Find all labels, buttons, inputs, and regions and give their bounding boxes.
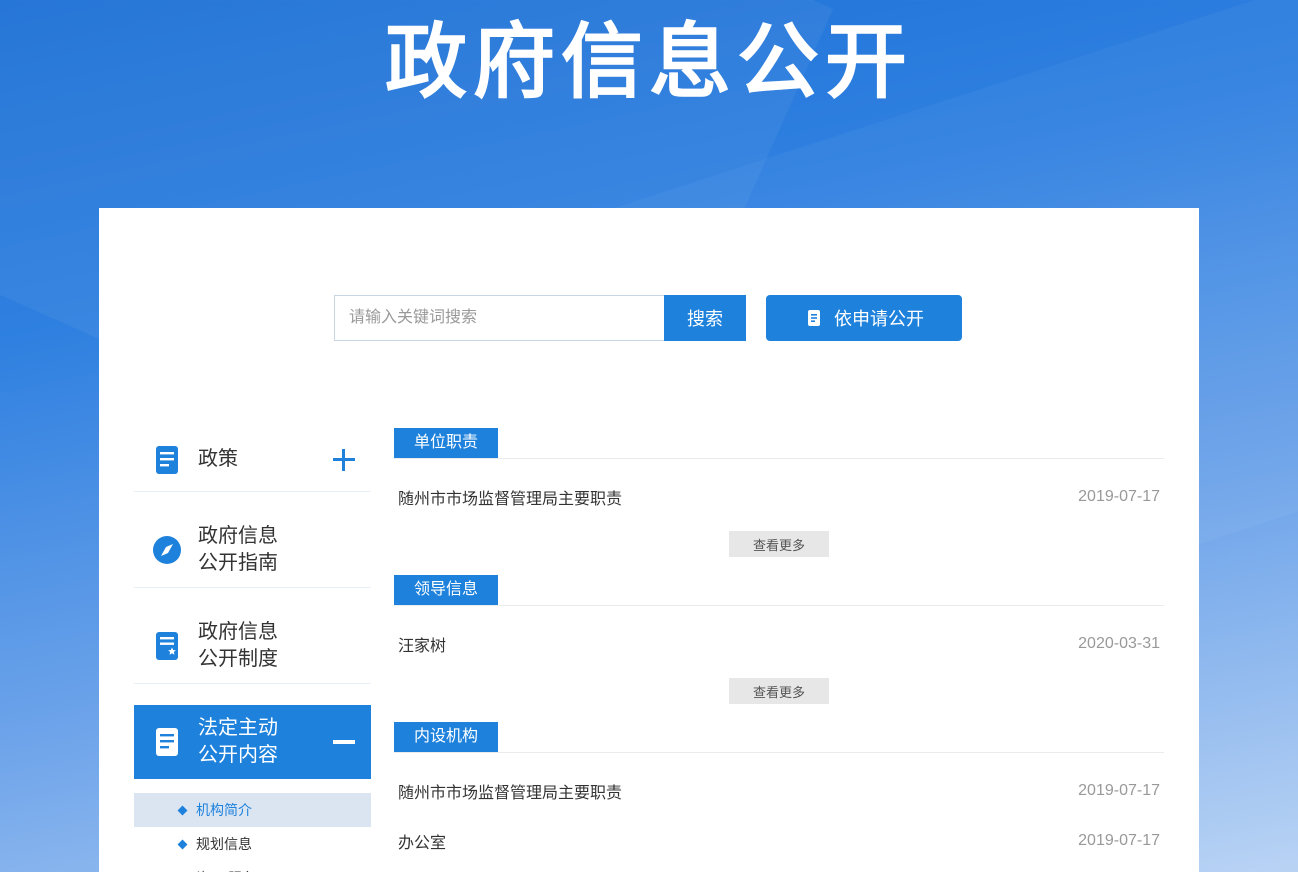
section-unit-duties: 单位职责 随州市市场监督管理局主要职责 2019-07-17 查看更多 xyxy=(394,428,1164,557)
sidebar-item-disclosure-guide[interactable]: 政府信息公开指南 xyxy=(134,513,371,588)
compass-icon xyxy=(150,533,184,567)
page-title: 政府信息公开 xyxy=(0,0,1298,118)
document-icon xyxy=(150,725,184,759)
page-header: 政府信息公开 xyxy=(0,0,1298,208)
search-input[interactable] xyxy=(334,295,664,341)
list-item-date: 2019-07-17 xyxy=(1078,782,1160,800)
subitem-label: 机构简介 xyxy=(196,800,252,820)
sidebar-subitem-org-profile[interactable]: 机构简介 xyxy=(134,793,371,827)
sidebar-item-disclosure-system[interactable]: 政府信息公开制度 xyxy=(134,609,371,684)
apply-disclosure-icon xyxy=(804,308,824,328)
subitem-label: 许可/服务 xyxy=(196,868,256,872)
sidebar-sub-list: 机构简介 规划信息 许可/服务 xyxy=(134,779,371,872)
list-item: 随州市市场监督管理局主要职责 2019-07-17 xyxy=(394,485,1164,509)
list-item: 随州市市场监督管理局主要职责 2019-07-17 xyxy=(394,779,1164,803)
list-item-title[interactable]: 随州市市场监督管理局主要职责 xyxy=(398,779,622,803)
document-icon xyxy=(150,443,184,477)
search-row: 搜索 依申请公开 xyxy=(99,208,1199,341)
sidebar-subitem-planning-info[interactable]: 规划信息 xyxy=(134,827,371,861)
list-item-title[interactable]: 办公室 xyxy=(398,829,446,853)
sidebar-item-label: 政府信息公开指南 xyxy=(198,523,288,577)
list-item-date: 2020-03-31 xyxy=(1078,635,1160,653)
search-button[interactable]: 搜索 xyxy=(664,295,746,341)
section-header: 单位职责 xyxy=(394,428,1164,459)
section-tab: 领导信息 xyxy=(394,575,498,605)
list-item: 汪家树 2020-03-31 xyxy=(394,632,1164,656)
document-star-icon xyxy=(150,629,184,663)
section-leader-info: 领导信息 汪家树 2020-03-31 查看更多 xyxy=(394,575,1164,704)
minus-icon xyxy=(333,731,355,753)
sidebar-item-label: 政府信息公开制度 xyxy=(198,619,288,673)
apply-disclosure-button[interactable]: 依申请公开 xyxy=(766,295,962,341)
diamond-icon xyxy=(178,805,188,815)
main-list-area: 单位职责 随州市市场监督管理局主要职责 2019-07-17 查看更多 领导信息… xyxy=(394,428,1164,853)
section-tab: 内设机构 xyxy=(394,722,498,752)
plus-icon xyxy=(333,449,355,471)
content-area: 政策 政府信息公开指南 xyxy=(99,428,1199,872)
subitem-label: 规划信息 xyxy=(196,834,252,854)
section-internal-orgs: 内设机构 随州市市场监督管理局主要职责 2019-07-17 办公室 2019-… xyxy=(394,722,1164,853)
list-item: 办公室 2019-07-17 xyxy=(394,829,1164,853)
list-item-title[interactable]: 随州市市场监督管理局主要职责 xyxy=(398,485,622,509)
list-item-title[interactable]: 汪家树 xyxy=(398,632,446,656)
sidebar-item-policy[interactable]: 政策 xyxy=(134,428,371,492)
main-card: 搜索 依申请公开 xyxy=(99,208,1199,872)
list-item-date: 2019-07-17 xyxy=(1078,832,1160,850)
view-more-button[interactable]: 查看更多 xyxy=(729,531,829,557)
apply-disclosure-label: 依申请公开 xyxy=(834,305,924,331)
sidebar-item-label: 政策 xyxy=(198,446,288,473)
sidebar-item-label: 法定主动公开内容 xyxy=(198,715,288,769)
search-group: 搜索 xyxy=(334,295,746,341)
list-item-date: 2019-07-17 xyxy=(1078,488,1160,506)
section-header: 内设机构 xyxy=(394,722,1164,753)
view-more-button[interactable]: 查看更多 xyxy=(729,678,829,704)
diamond-icon xyxy=(178,839,188,849)
section-header: 领导信息 xyxy=(394,575,1164,606)
sidebar-item-statutory-disclosure[interactable]: 法定主动公开内容 xyxy=(134,705,371,779)
section-tab: 单位职责 xyxy=(394,428,498,458)
sidebar: 政策 政府信息公开指南 xyxy=(134,428,371,872)
sidebar-subitem-license-service[interactable]: 许可/服务 xyxy=(134,861,371,872)
